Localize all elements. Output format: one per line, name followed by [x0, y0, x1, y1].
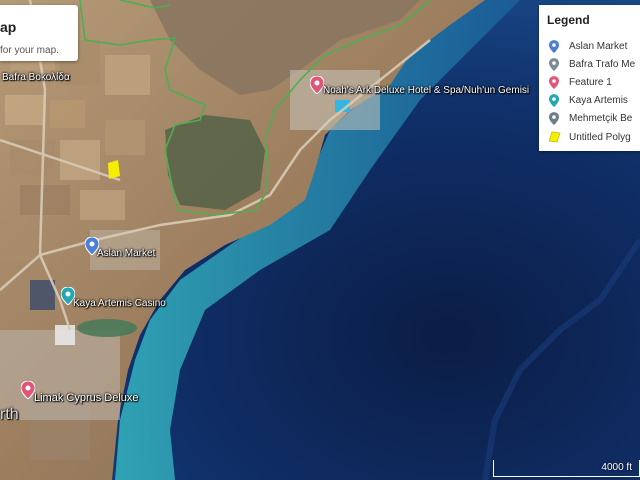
legend-item-feature-1[interactable]: Feature 1 — [547, 73, 612, 91]
legend-item-aslan-market[interactable]: Aslan Market — [547, 37, 627, 55]
teal-pin-icon — [547, 93, 561, 107]
label-limak: Limak Cyprus Deluxe — [34, 392, 139, 404]
legend-item-bafra-trafo[interactable]: Bafra Trafo Me — [547, 55, 635, 73]
map-title-card[interactable]: ap for your map. — [0, 5, 78, 61]
pink-pin-icon — [20, 380, 36, 400]
grey-pin-icon — [547, 111, 561, 125]
label-edge: rth — [0, 406, 19, 423]
legend-title: Legend — [547, 13, 590, 27]
label-noahs-ark: Noah's Ark Deluxe Hotel & Spa/Nuh'un Gem… — [323, 85, 530, 96]
pink-pin-icon — [547, 75, 561, 89]
scale-bar: 4000 ft — [493, 460, 640, 478]
map-description: for your map. — [0, 45, 59, 56]
untitled-polygon[interactable] — [108, 160, 120, 179]
legend-item-kaya-artemis[interactable]: Kaya Artemis — [547, 91, 628, 109]
pin-noahs-ark[interactable] — [309, 75, 325, 95]
legend-item-label: Aslan Market — [569, 40, 628, 52]
map-title: ap — [0, 19, 17, 35]
legend-item-label: Feature 1 — [569, 76, 612, 88]
scale-bar-label: 4000 ft — [601, 462, 632, 473]
legend-item-label: Bafra Trafo Me — [569, 58, 636, 70]
label-bafra: Bafra Βοκολίδα — [2, 72, 70, 83]
legend-item-label: Untitled Polyg — [569, 131, 631, 143]
legend-item-untitled-polygon[interactable]: Untitled Polyg — [547, 128, 631, 146]
pin-limak[interactable] — [20, 380, 36, 400]
grey-pin-icon — [547, 57, 561, 71]
legend-item-mehmetcik[interactable]: Mehmetçik Be — [547, 109, 632, 127]
legend-item-label: Kaya Artemis — [569, 94, 628, 106]
legend-panel: Legend Aslan Market Bafra Trafo Me Featu… — [539, 5, 640, 151]
blue-pin-icon — [547, 39, 561, 53]
label-aslan-market: Aslan Market — [97, 248, 156, 259]
legend-item-label: Mehmetçik Be — [569, 112, 633, 124]
label-kaya-artemis: Kaya Artemis Casino — [73, 298, 166, 309]
pink-pin-icon — [309, 75, 325, 95]
yellow-polygon-icon — [547, 130, 561, 144]
